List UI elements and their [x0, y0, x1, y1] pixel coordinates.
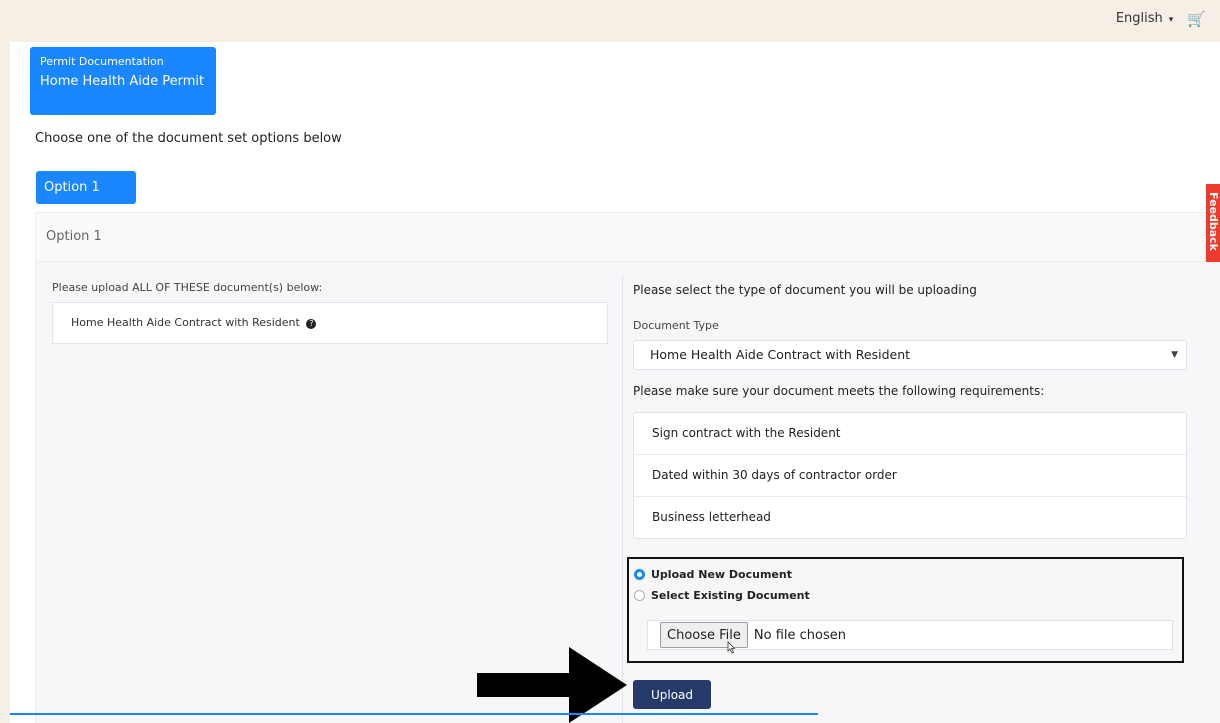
- radio-select-existing-label: Select Existing Document: [651, 589, 810, 602]
- radio-upload-new-label: Upload New Document: [651, 568, 792, 581]
- permit-name: Home Health Aide Permit: [40, 74, 205, 89]
- required-documents-label: Please upload ALL OF THESE document(s) b…: [52, 281, 323, 294]
- chevron-down-icon: ▼: [1171, 350, 1178, 360]
- document-type-label: Document Type: [633, 319, 719, 332]
- arrow-right-icon: [477, 647, 627, 723]
- radio-unchecked-icon[interactable]: [634, 590, 645, 601]
- upload-panel: Please select the type of document you w…: [633, 281, 1187, 539]
- document-type-value: Home Health Aide Contract with Resident: [650, 347, 911, 362]
- language-label: English: [1115, 11, 1163, 26]
- required-documents-panel: Please upload ALL OF THESE document(s) b…: [52, 281, 608, 344]
- tab-option-1[interactable]: Option 1: [36, 171, 136, 204]
- radio-select-existing[interactable]: Select Existing Document: [634, 589, 810, 602]
- page-progress-bar: [10, 713, 818, 715]
- chevron-down-icon: ▾: [1168, 15, 1174, 25]
- list-item: Dated within 30 days of contractor order: [634, 455, 1186, 497]
- file-status: No file chosen: [753, 627, 846, 643]
- cart-icon[interactable]: 🛒: [1187, 10, 1206, 28]
- question-circle-icon[interactable]: ?: [306, 319, 317, 329]
- language-selector[interactable]: English ▾ 🛒: [1116, 10, 1206, 32]
- radio-upload-new[interactable]: Upload New Document: [634, 568, 792, 581]
- requirements-heading: Please make sure your document meets the…: [633, 384, 1045, 398]
- list-item[interactable]: Home Health Aide Contract with Resident …: [52, 302, 608, 344]
- document-name: Home Health Aide Contract with Resident: [71, 316, 300, 329]
- upload-heading: Please select the type of document you w…: [633, 283, 977, 297]
- requirements-list: Sign contract with the Resident Dated wi…: [633, 412, 1187, 539]
- document-type-select[interactable]: Home Health Aide Contract with Resident …: [633, 340, 1187, 370]
- upload-button[interactable]: Upload: [633, 680, 711, 709]
- radio-checked-icon[interactable]: [634, 569, 645, 580]
- feedback-label: Feedback: [1207, 192, 1220, 251]
- feedback-tab[interactable]: Feedback: [1206, 184, 1220, 262]
- permit-header: Permit Documentation Home Health Aide Pe…: [30, 47, 216, 115]
- pointer-cursor-icon: [727, 641, 736, 654]
- permit-label: Permit Documentation: [40, 55, 164, 68]
- instructions-text: Choose one of the document set options b…: [35, 131, 342, 146]
- top-bar: English ▾ 🛒: [10, 10, 1220, 42]
- list-item: Sign contract with the Resident: [634, 413, 1186, 455]
- list-item: Business letterhead: [652, 510, 771, 524]
- option-card-title: Option 1: [36, 213, 1220, 262]
